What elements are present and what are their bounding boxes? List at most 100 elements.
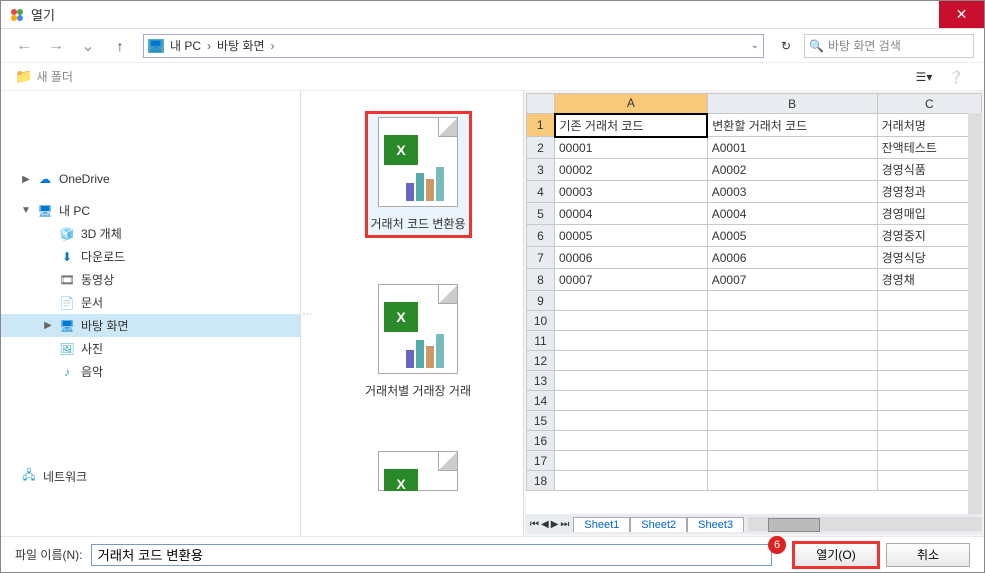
- grid-corner[interactable]: [527, 94, 555, 114]
- tree-item-pictures[interactable]: 🖼 사진: [1, 337, 300, 360]
- excel-file-icon: X: [378, 451, 458, 491]
- grid-cell[interactable]: A0007: [707, 269, 877, 291]
- grid-cell[interactable]: 00005: [555, 225, 708, 247]
- collapse-icon[interactable]: ▼: [21, 205, 31, 216]
- tree-label: 다운로드: [81, 248, 125, 265]
- row-header[interactable]: 16: [527, 431, 555, 451]
- picture-icon: 🖼: [59, 342, 75, 356]
- desktop-icon: 🖥: [59, 319, 75, 333]
- tree-item-documents[interactable]: 📄 문서: [1, 291, 300, 314]
- row-header[interactable]: 3: [527, 159, 555, 181]
- search-box[interactable]: 🔍 바탕 화면 검색: [804, 34, 974, 58]
- file-item-3[interactable]: X: [372, 445, 464, 497]
- new-folder-button[interactable]: 새 폴더: [36, 68, 906, 85]
- horizontal-scrollbar[interactable]: [748, 517, 982, 531]
- grid-cell[interactable]: A0002: [707, 159, 877, 181]
- tree-label: 내 PC: [59, 202, 90, 219]
- row-header[interactable]: 1: [527, 114, 555, 137]
- tree-item-desktop[interactable]: ▶ 🖥 바탕 화면: [1, 314, 300, 337]
- column-header[interactable]: A: [555, 94, 708, 114]
- tree-item-onedrive[interactable]: ▶ ☁ OneDrive: [1, 169, 300, 189]
- file-item-2[interactable]: X 거래처별 거래장 거래: [359, 278, 477, 405]
- grid-cell[interactable]: 00001: [555, 137, 708, 159]
- window-title: 열기: [31, 5, 939, 24]
- column-header[interactable]: C: [877, 94, 981, 114]
- grid-cell[interactable]: A0006: [707, 247, 877, 269]
- row-header[interactable]: 13: [527, 371, 555, 391]
- recent-dropdown[interactable]: ⌄: [75, 33, 101, 59]
- spreadsheet-grid[interactable]: ABC 1기존 거래처 코드변환할 거래처 코드거래처명 200001A0001잔액…: [526, 93, 982, 514]
- grid-cell[interactable]: 잔액테스트: [877, 137, 981, 159]
- row-header[interactable]: 5: [527, 203, 555, 225]
- breadcrumb-seg[interactable]: 바탕 화면: [217, 37, 265, 54]
- grid-cell[interactable]: 00002: [555, 159, 708, 181]
- sheet-tab[interactable]: Sheet1: [573, 517, 630, 532]
- expand-icon[interactable]: ▶: [21, 174, 31, 185]
- back-button[interactable]: ←: [11, 33, 37, 59]
- address-bar[interactable]: 🖥 내 PC › 바탕 화면 › ⌄: [143, 34, 764, 58]
- help-button[interactable]: ❔: [942, 66, 970, 88]
- excel-file-icon: X: [378, 117, 458, 207]
- grid-cell[interactable]: A0004: [707, 203, 877, 225]
- tree-item-downloads[interactable]: ⬇ 다운로드: [1, 245, 300, 268]
- grid-cell[interactable]: 경영청과: [877, 181, 981, 203]
- grid-cell[interactable]: 기존 거래처 코드: [555, 114, 708, 137]
- filename-input[interactable]: [91, 544, 773, 566]
- row-header[interactable]: 4: [527, 181, 555, 203]
- grid-cell[interactable]: A0005: [707, 225, 877, 247]
- row-header[interactable]: 9: [527, 291, 555, 311]
- grid-cell[interactable]: 00007: [555, 269, 708, 291]
- search-placeholder: 바탕 화면 검색: [828, 37, 901, 54]
- grid-cell[interactable]: 00006: [555, 247, 708, 269]
- sheet-tab[interactable]: Sheet3: [687, 517, 744, 532]
- up-button[interactable]: ↑: [107, 33, 133, 59]
- column-header[interactable]: B: [707, 94, 877, 114]
- cancel-button[interactable]: 취소: [886, 543, 970, 567]
- row-header[interactable]: 17: [527, 451, 555, 471]
- row-header[interactable]: 6: [527, 225, 555, 247]
- tree-item-videos[interactable]: 🎞 동영상: [1, 268, 300, 291]
- network-icon: 🖧: [21, 466, 37, 487]
- breadcrumb-root[interactable]: 내 PC: [170, 37, 201, 54]
- tree-item-mypc[interactable]: ▼ 🖥 내 PC: [1, 199, 300, 222]
- preview-pane: ABC 1기존 거래처 코드변환할 거래처 코드거래처명 200001A0001잔액…: [523, 91, 984, 536]
- grid-cell[interactable]: 거래처명: [877, 114, 981, 137]
- arrow-left-icon: ←: [16, 37, 32, 55]
- row-header[interactable]: 7: [527, 247, 555, 269]
- expand-icon[interactable]: ▶: [43, 320, 53, 331]
- grid-cell[interactable]: A0001: [707, 137, 877, 159]
- refresh-button[interactable]: ↻: [774, 34, 798, 58]
- open-button[interactable]: 열기(O): [794, 543, 878, 567]
- grid-cell[interactable]: 00004: [555, 203, 708, 225]
- close-button[interactable]: ✕: [939, 1, 984, 28]
- row-header[interactable]: 14: [527, 391, 555, 411]
- tree-label: 동영상: [81, 271, 114, 288]
- address-dropdown[interactable]: ⌄: [751, 40, 759, 51]
- tree-item-music[interactable]: ♪ 음악: [1, 360, 300, 383]
- row-header[interactable]: 11: [527, 331, 555, 351]
- film-icon: 🎞: [59, 273, 75, 287]
- download-icon: ⬇: [59, 250, 75, 264]
- tree-item-network[interactable]: 🖧 네트워크: [1, 463, 300, 490]
- tab-nav[interactable]: ⏮◀▶⏭: [526, 519, 573, 530]
- view-mode-button[interactable]: ☰▾: [910, 66, 938, 88]
- file-item-1[interactable]: X 거래처 코드 변환용: [365, 111, 472, 238]
- row-header[interactable]: 18: [527, 471, 555, 491]
- tree-item-3dobjects[interactable]: 🧊 3D 개체: [1, 222, 300, 245]
- grid-cell[interactable]: 00003: [555, 181, 708, 203]
- vertical-scrollbar[interactable]: [968, 113, 982, 514]
- row-header[interactable]: 2: [527, 137, 555, 159]
- row-header[interactable]: 10: [527, 311, 555, 331]
- grid-cell[interactable]: A0003: [707, 181, 877, 203]
- grid-cell[interactable]: 경영매입: [877, 203, 981, 225]
- sheet-tab[interactable]: Sheet2: [630, 517, 687, 532]
- row-header[interactable]: 8: [527, 269, 555, 291]
- splitter[interactable]: ⋮: [301, 91, 313, 536]
- grid-cell[interactable]: 경영채: [877, 269, 981, 291]
- row-header[interactable]: 15: [527, 411, 555, 431]
- grid-cell[interactable]: 경영중지: [877, 225, 981, 247]
- row-header[interactable]: 12: [527, 351, 555, 371]
- grid-cell[interactable]: 변환할 거래처 코드: [707, 114, 877, 137]
- grid-cell[interactable]: 경영식품: [877, 159, 981, 181]
- grid-cell[interactable]: 경영식당: [877, 247, 981, 269]
